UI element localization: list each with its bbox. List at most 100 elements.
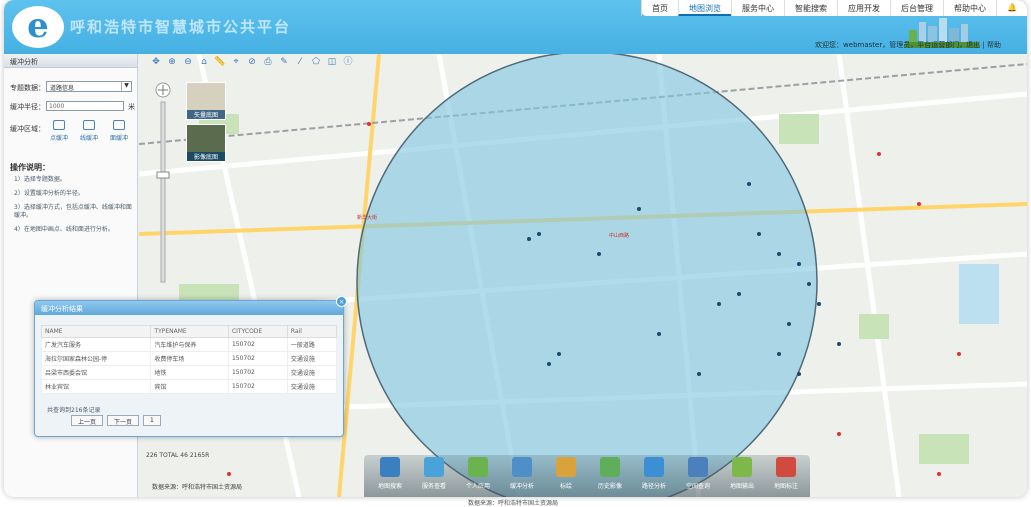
table-cell: 交通设施 bbox=[286, 351, 338, 366]
dock-map-search[interactable]: 地图搜索 bbox=[370, 457, 410, 490]
dock-map-output[interactable]: 地图输出 bbox=[722, 457, 762, 490]
dock-plotting[interactable]: 标绘 bbox=[546, 457, 586, 490]
history-image-icon bbox=[600, 457, 620, 477]
pencil-icon[interactable]: ✎ bbox=[278, 56, 290, 68]
nav-help[interactable]: 帮助中心 bbox=[943, 0, 996, 16]
identify-icon[interactable]: ⓘ bbox=[342, 56, 354, 68]
area-label: 缓冲区域： bbox=[10, 125, 45, 133]
table-cell: 吕梁市西委会馆 bbox=[40, 365, 152, 380]
scale-text: 226 TOTAL 46 2165R bbox=[146, 452, 210, 459]
topic-select[interactable]: 道路信息 ▼ bbox=[46, 81, 132, 92]
table-cell: 150702 bbox=[227, 337, 288, 352]
dock-history-image[interactable]: 历史影像 bbox=[590, 457, 630, 490]
dock-service-view[interactable]: 服务查看 bbox=[414, 457, 454, 490]
next-page-button[interactable]: 下一页 bbox=[107, 415, 140, 426]
nav-home[interactable]: 首页 bbox=[641, 0, 678, 16]
image-basemap-label: 影像底图 bbox=[187, 152, 225, 161]
service-view-icon bbox=[424, 457, 444, 477]
dock-label: 缓冲分析 bbox=[509, 483, 534, 490]
table-cell: 林业宾馆 bbox=[40, 379, 152, 394]
zoom-out-icon[interactable]: ⊖ bbox=[182, 56, 194, 68]
nav-map-browse[interactable]: 地图浏览 bbox=[678, 0, 732, 16]
table-row[interactable]: 广发汽车服务 汽车维护与保养 150702 一般道路 bbox=[40, 337, 338, 352]
header-bar: e 呼和浩特市智慧城市公共平台 首页 地图浏览 服务中心 智能搜索 应用开发 后… bbox=[4, 0, 1027, 54]
nav-smart-search[interactable]: 智能搜索 bbox=[784, 0, 837, 16]
image-basemap-thumb[interactable]: 影像底图 bbox=[186, 124, 226, 162]
column-header[interactable]: TYPENAME bbox=[150, 325, 229, 338]
instruction-2: 2）设置缓冲分析的半径。 bbox=[14, 190, 84, 197]
instructions-title: 操作说明： bbox=[10, 163, 50, 172]
table-row[interactable]: 吕梁市西委会馆 地铁 150702 交通设施 bbox=[40, 365, 338, 380]
table-cell: 地铁 bbox=[150, 365, 229, 380]
line-buffer-button[interactable]: 线缓冲 bbox=[76, 120, 102, 142]
basemap-switcher: 矢量底图 影像底图 bbox=[186, 82, 228, 166]
topic-label: 专题数据： bbox=[10, 84, 45, 92]
personal-app-icon bbox=[468, 457, 488, 477]
clear-icon[interactable]: ⊘ bbox=[246, 56, 258, 68]
table-cell: 海拉尔国家森林公园-停 bbox=[40, 351, 152, 366]
zoom-in-icon[interactable]: ⊕ bbox=[166, 56, 178, 68]
polygon-buffer-icon bbox=[113, 120, 125, 130]
table-cell: 宾馆 bbox=[150, 379, 229, 394]
prev-page-button[interactable]: 上一页 bbox=[71, 415, 104, 426]
map-road-label: 中山西路 bbox=[609, 233, 630, 239]
layers-icon[interactable]: ◫ bbox=[326, 56, 338, 68]
result-title: 缓冲分析结果 bbox=[35, 301, 343, 315]
column-header[interactable]: CITYCODE bbox=[227, 325, 288, 338]
system-title: 呼和浩特市智慧城市公共平台 bbox=[70, 18, 292, 36]
radius-input[interactable]: 1000 bbox=[46, 101, 124, 111]
panel-title: 缓冲分析 bbox=[4, 54, 137, 68]
data-source-note: 数据来源：呼和浩特市国土资源局 bbox=[152, 484, 243, 491]
polygon-buffer-label: 面缓冲 bbox=[109, 135, 128, 142]
table-row[interactable]: 林业宾馆 宾馆 150702 交通设施 bbox=[40, 379, 338, 394]
print-icon[interactable]: ⎙ bbox=[262, 56, 274, 68]
dock-label: 空间查询 bbox=[685, 483, 710, 490]
table-row[interactable]: 海拉尔国家森林公园-停 收费停车场 150702 交通设施 bbox=[40, 351, 338, 366]
buffer-result-window: 缓冲分析结果 × NAME TYPENAME CITYCODE Rail 广发汽… bbox=[34, 296, 347, 437]
dock-map-marker[interactable]: 地图标注 bbox=[766, 457, 806, 490]
table-cell: 150702 bbox=[227, 365, 288, 380]
table-cell: 交通设施 bbox=[286, 379, 338, 394]
zoom-slider[interactable] bbox=[154, 82, 172, 292]
dock-label: 地图标注 bbox=[773, 483, 798, 490]
point-buffer-button[interactable]: 点缓冲 bbox=[46, 120, 72, 142]
dock-buffer-analysis[interactable]: 缓冲分析 bbox=[502, 457, 542, 490]
vector-basemap-thumb[interactable]: 矢量底图 bbox=[186, 82, 226, 120]
page-select[interactable]: 1 bbox=[143, 415, 161, 426]
table-cell: 一般道路 bbox=[286, 337, 338, 352]
table-cell: 150702 bbox=[227, 379, 288, 394]
notification-icon[interactable]: 🔔 bbox=[996, 0, 1027, 16]
table-cell: 广发汽车服务 bbox=[40, 337, 152, 352]
measure-icon[interactable]: 📏 bbox=[214, 56, 226, 68]
select-icon[interactable]: ⌖ bbox=[230, 56, 242, 68]
dock-personal-app[interactable]: 个人应用 bbox=[458, 457, 498, 490]
top-nav: 首页 地图浏览 服务中心 智能搜索 应用开发 后台管理 帮助中心 🔔 bbox=[641, 0, 1027, 16]
column-header[interactable]: Rail bbox=[286, 325, 338, 338]
platform-logo: e bbox=[12, 6, 64, 48]
point-buffer-label: 点缓冲 bbox=[49, 135, 68, 142]
line-draw-icon[interactable]: ⁄ bbox=[294, 56, 306, 68]
user-info[interactable]: 欢迎您：webmaster，管理员，平台运营部门，退出 | 帮助 bbox=[815, 40, 1001, 50]
column-header[interactable]: NAME bbox=[40, 325, 152, 338]
chevron-down-icon[interactable]: ▼ bbox=[121, 82, 131, 91]
point-buffer-icon bbox=[53, 120, 65, 130]
dock-label: 个人应用 bbox=[465, 483, 490, 490]
dock-route-analysis[interactable]: 路径分析 bbox=[634, 457, 674, 490]
nav-admin[interactable]: 后台管理 bbox=[890, 0, 943, 16]
nav-app-dev[interactable]: 应用开发 bbox=[837, 0, 890, 16]
nav-service-center[interactable]: 服务中心 bbox=[731, 0, 784, 16]
pan-icon[interactable]: ✥ bbox=[150, 56, 162, 68]
dock-spatial-query[interactable]: 空间查询 bbox=[678, 457, 718, 490]
buffer-analysis-icon bbox=[512, 457, 532, 477]
map-road-label: 新华大街 bbox=[357, 215, 378, 221]
full-extent-icon[interactable]: ⌂ bbox=[198, 56, 210, 68]
topic-select-value: 道路信息 bbox=[50, 85, 75, 92]
dock-label: 标绘 bbox=[559, 483, 572, 490]
close-icon[interactable]: × bbox=[336, 296, 347, 307]
map-toolbar: ✥ ⊕ ⊖ ⌂ 📏 ⌖ ⊘ ⎙ ✎ ⁄ ⬠ ◫ ⓘ bbox=[150, 56, 354, 72]
route-analysis-icon bbox=[644, 457, 664, 477]
table-cell: 交通设施 bbox=[286, 365, 338, 380]
polygon-draw-icon[interactable]: ⬠ bbox=[310, 56, 322, 68]
polygon-buffer-button[interactable]: 面缓冲 bbox=[106, 120, 132, 142]
dock-label: 地图输出 bbox=[729, 483, 754, 490]
